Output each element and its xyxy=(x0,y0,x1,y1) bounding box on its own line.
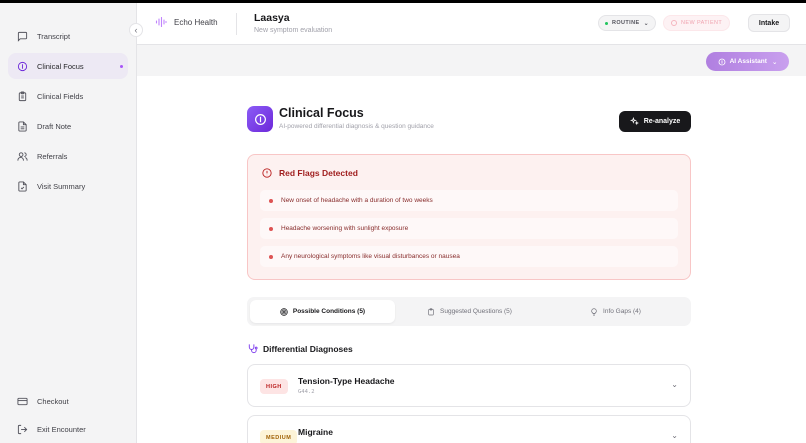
sidebar-item-draft-note[interactable]: Draft Note xyxy=(8,113,128,139)
target-icon xyxy=(280,307,288,316)
sidebar-item-label: Draft Note xyxy=(37,121,72,131)
chevron-down-icon: ⌄ xyxy=(771,58,778,66)
chevron-down-icon[interactable]: ⌄ xyxy=(671,431,678,440)
sidebar-item-label: Visit Summary xyxy=(37,181,86,191)
active-indicator-dot xyxy=(120,64,123,68)
ai-assistant-label: AI Assistant xyxy=(729,58,767,65)
lightbulb-icon xyxy=(590,307,598,316)
reanalyze-button[interactable]: Re-analyze xyxy=(619,111,691,132)
likelihood-badge: MEDIUM xyxy=(260,430,298,443)
header-divider xyxy=(236,13,237,35)
sidebar-bottom: Checkout Exit Encounter xyxy=(8,388,128,443)
tab-info-gaps[interactable]: Info Gaps (4) xyxy=(543,300,688,323)
tab-suggested-questions[interactable]: Suggested Questions (5) xyxy=(397,300,542,323)
page-title: Clinical Focus xyxy=(279,106,364,120)
status-dot xyxy=(605,21,608,25)
patient-subtitle: New symptom evaluation xyxy=(254,27,333,34)
tab-label: Suggested Questions (5) xyxy=(440,308,512,315)
differential-header: Differential Diagnoses xyxy=(247,343,353,354)
priority-label: ROUTINE xyxy=(612,20,640,26)
file-check-icon xyxy=(16,180,28,192)
diagnosis-card[interactable]: HIGH Tension-Type Headache G44.2 ⌄ xyxy=(247,364,691,407)
clinical-focus-icon xyxy=(247,106,273,132)
users-icon xyxy=(16,150,28,162)
new-patient-label: NEW PATIENT xyxy=(681,20,723,26)
red-flag-text: Headache worsening with sunlight exposur… xyxy=(281,225,409,232)
focus-tabs: Possible Conditions (5) Suggested Questi… xyxy=(247,297,691,326)
sidebar: Transcript Clinical Focus Clinical Field… xyxy=(0,3,137,443)
red-flags-panel: Red Flags Detected New onset of headache… xyxy=(247,154,691,280)
red-flag-text: New onset of headache with a duration of… xyxy=(281,197,433,204)
red-flag-item: Any neurological symptoms like visual di… xyxy=(260,246,678,267)
stethoscope-icon xyxy=(247,343,258,354)
reanalyze-label: Re-analyze xyxy=(643,118,681,125)
red-flag-item: New onset of headache with a duration of… xyxy=(260,190,678,211)
logout-icon xyxy=(16,423,28,435)
new-patient-toggle[interactable]: NEW PATIENT xyxy=(663,15,731,31)
sidebar-item-visit-summary[interactable]: Visit Summary xyxy=(8,173,128,199)
red-flag-text: Any neurological symptoms like visual di… xyxy=(281,253,460,260)
brand: Echo Health xyxy=(155,17,218,27)
message-square-icon xyxy=(16,30,28,42)
intake-button[interactable]: Intake xyxy=(748,14,790,32)
sidebar-item-label: Clinical Focus xyxy=(37,61,84,71)
circle-icon xyxy=(671,20,677,26)
icd-code: G44.2 xyxy=(298,389,315,395)
sidebar-item-transcript[interactable]: Transcript xyxy=(8,23,128,49)
sidebar-item-clinical-focus[interactable]: Clinical Focus xyxy=(8,53,128,79)
chevron-down-icon: ⌄ xyxy=(643,20,649,27)
main-content: Clinical Focus AI-powered differential d… xyxy=(137,76,806,443)
sparkles-icon xyxy=(629,117,639,126)
tab-label: Info Gaps (4) xyxy=(603,308,641,315)
diagnosis-name: Migraine xyxy=(298,427,333,437)
bullet-dot xyxy=(269,198,273,203)
page-subtitle: AI-powered differential diagnosis & ques… xyxy=(279,123,434,130)
bullet-dot xyxy=(269,254,273,259)
brand-name: Echo Health xyxy=(174,17,218,27)
clipboard-icon xyxy=(16,90,28,102)
sidebar-item-exit-encounter[interactable]: Exit Encounter xyxy=(8,416,128,442)
red-flags-header: Red Flags Detected xyxy=(262,168,358,178)
sidebar-item-label: Clinical Fields xyxy=(37,91,84,101)
diagnosis-card[interactable]: MEDIUM Migraine ⌄ xyxy=(247,415,691,443)
tab-label: Possible Conditions (5) xyxy=(292,308,366,315)
patient-name: Laasya xyxy=(254,12,290,24)
differential-title: Differential Diagnoses xyxy=(263,343,353,354)
clipboard-icon xyxy=(427,307,435,316)
ai-assistant-button[interactable]: AI Assistant ⌄ xyxy=(706,52,789,71)
diagnosis-name: Tension-Type Headache xyxy=(298,376,395,386)
red-flags-title: Red Flags Detected xyxy=(279,168,358,178)
chevron-down-icon[interactable]: ⌄ xyxy=(671,380,678,389)
sidebar-item-label: Checkout xyxy=(37,396,69,406)
sidebar-collapse-button[interactable]: ‹ xyxy=(129,23,143,37)
file-text-icon xyxy=(16,120,28,132)
circle-line-icon xyxy=(16,60,28,72)
likelihood-badge: HIGH xyxy=(260,379,288,394)
credit-card-icon xyxy=(16,395,28,407)
assistant-bar: AI Assistant ⌄ xyxy=(137,45,806,76)
sidebar-nav: Transcript Clinical Focus Clinical Field… xyxy=(8,23,128,203)
priority-dropdown[interactable]: ROUTINE ⌄ xyxy=(598,15,656,31)
sidebar-item-referrals[interactable]: Referrals xyxy=(8,143,128,169)
sidebar-item-label: Transcript xyxy=(37,31,71,41)
alert-circle-icon xyxy=(262,168,272,178)
sidebar-item-clinical-fields[interactable]: Clinical Fields xyxy=(8,83,128,109)
tab-possible-conditions[interactable]: Possible Conditions (5) xyxy=(250,300,395,323)
circle-line-icon xyxy=(718,58,726,66)
bullet-dot xyxy=(269,226,273,231)
sidebar-item-checkout[interactable]: Checkout xyxy=(8,388,128,414)
sidebar-item-label: Exit Encounter xyxy=(37,424,86,434)
sidebar-item-label: Referrals xyxy=(37,151,68,161)
header: Echo Health Laasya New symptom evaluatio… xyxy=(137,3,806,45)
waveform-icon xyxy=(155,17,167,27)
red-flag-item: Headache worsening with sunlight exposur… xyxy=(260,218,678,239)
